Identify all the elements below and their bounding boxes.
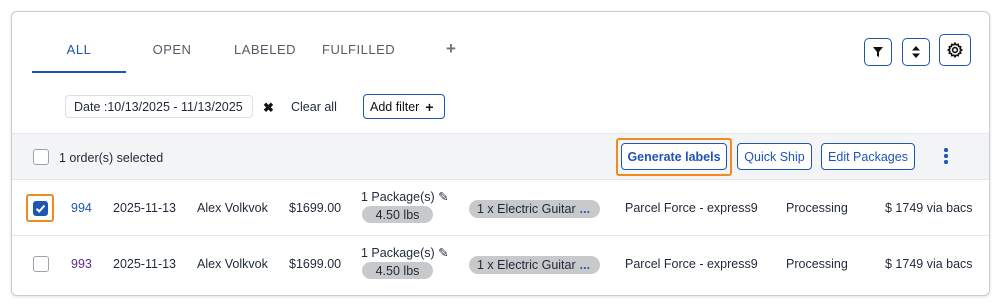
filter-button[interactable]: [864, 38, 892, 66]
order-number-link[interactable]: 994: [71, 201, 92, 215]
package-count[interactable]: 1 Package(s) ✎: [361, 245, 449, 260]
items-badge[interactable]: 1 x Electric Guitar ...: [469, 256, 600, 274]
order-amount: $1699.00: [289, 201, 342, 215]
package-count-label: 1 Package(s): [361, 246, 435, 260]
table-row[interactable]: 994 2025-11-13 Alex Volkvok $1699.00 1 P…: [12, 180, 989, 236]
weight-badge: 4.50 lbs: [362, 206, 433, 223]
select-all-checkbox[interactable]: [33, 149, 49, 165]
package-count[interactable]: 1 Package(s) ✎: [361, 189, 449, 204]
row-checkbox[interactable]: [33, 256, 49, 272]
gear-icon: [947, 42, 963, 58]
clear-all-button[interactable]: Clear all: [291, 100, 337, 114]
add-tab-button[interactable]: +: [446, 39, 456, 59]
pencil-icon[interactable]: ✎: [438, 190, 448, 204]
payment-info: $ 1749 via bacs: [885, 201, 973, 215]
row-checkbox[interactable]: [33, 201, 48, 216]
quick-ship-button[interactable]: Quick Ship: [737, 143, 812, 170]
items-label: 1 x Electric Guitar: [477, 202, 576, 216]
selection-count: 1 order(s) selected: [59, 151, 164, 165]
sort-icon: [912, 46, 920, 58]
pencil-icon[interactable]: ✎: [438, 246, 448, 260]
filter-icon: [873, 47, 883, 57]
package-count-label: 1 Package(s): [361, 190, 435, 204]
add-filter-label: Add filter: [370, 99, 420, 114]
table-row[interactable]: 993 2025-11-13 Alex Volkvok $1699.00 1 P…: [12, 236, 989, 292]
tab-all[interactable]: ALL: [32, 42, 126, 57]
items-more[interactable]: ...: [580, 202, 590, 216]
active-tab-indicator: [32, 71, 126, 73]
order-status: Processing: [786, 257, 848, 271]
customer-name: Alex Volkvok: [197, 201, 268, 215]
carrier-service: Parcel Force - express9: [625, 257, 758, 271]
check-icon: [35, 204, 46, 213]
sort-button[interactable]: [902, 38, 930, 66]
order-status: Processing: [786, 201, 848, 215]
bulk-action-bar: 1 order(s) selected Generate labels Quic…: [12, 133, 989, 180]
tab-labeled[interactable]: LABELED: [232, 42, 298, 57]
tab-open[interactable]: OPEN: [142, 42, 202, 57]
edit-packages-button[interactable]: Edit Packages: [821, 143, 915, 170]
customer-name: Alex Volkvok: [197, 257, 268, 271]
date-filter-chip[interactable]: Date :10/13/2025 - 11/13/2025: [65, 95, 253, 118]
tab-fulfilled[interactable]: FULFILLED: [322, 42, 395, 57]
orders-panel: ALL OPEN LABELED FULFILLED + Date :10/13…: [11, 11, 990, 296]
items-label: 1 x Electric Guitar: [477, 258, 576, 272]
add-filter-button[interactable]: Add filter +: [363, 94, 445, 119]
tab-bar: ALL OPEN LABELED FULFILLED +: [12, 12, 989, 76]
settings-button[interactable]: [939, 34, 971, 66]
row-select-highlight: [26, 194, 54, 222]
generate-labels-button[interactable]: Generate labels: [621, 143, 727, 170]
items-more[interactable]: ...: [580, 258, 590, 272]
plus-icon: +: [425, 98, 434, 115]
items-badge[interactable]: 1 x Electric Guitar ...: [469, 200, 600, 218]
order-number-link[interactable]: 993: [71, 257, 92, 271]
payment-info: $ 1749 via bacs: [885, 257, 973, 271]
order-date: 2025-11-13: [113, 201, 177, 215]
order-date: 2025-11-13: [113, 257, 177, 271]
weight-badge: 4.50 lbs: [362, 262, 433, 279]
order-amount: $1699.00: [289, 257, 342, 271]
close-icon[interactable]: ✖: [263, 100, 274, 116]
more-actions-icon[interactable]: [944, 148, 948, 166]
carrier-service: Parcel Force - express9: [625, 201, 758, 215]
